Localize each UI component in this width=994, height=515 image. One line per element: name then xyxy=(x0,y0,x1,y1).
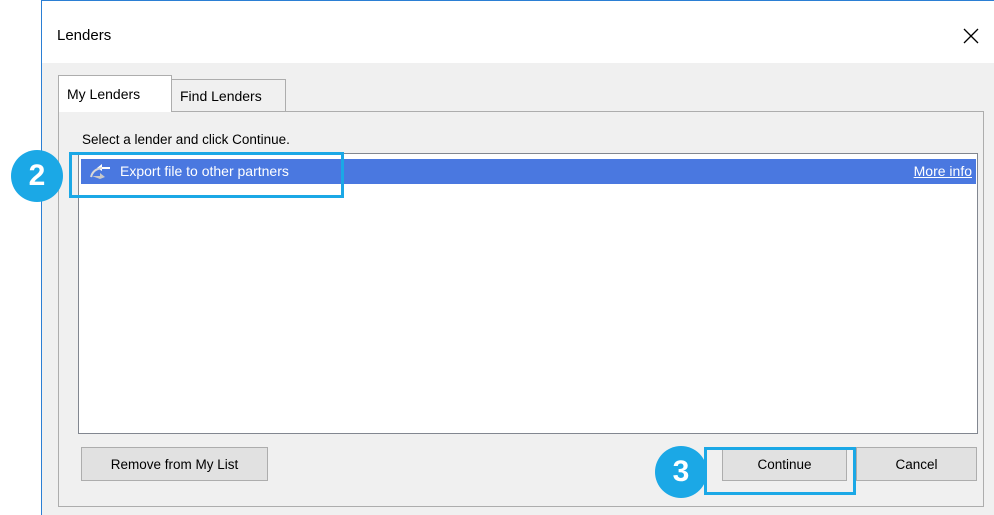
lenders-dialog: Lenders My Lenders Find Lenders Select a… xyxy=(41,0,994,515)
title-bar: Lenders xyxy=(42,1,994,63)
tab-find-lenders[interactable]: Find Lenders xyxy=(171,79,286,112)
more-info-link[interactable]: More info xyxy=(914,163,972,179)
remove-from-list-button[interactable]: Remove from My List xyxy=(81,447,268,481)
step-badge-3: 3 xyxy=(655,446,707,498)
tab-my-lenders-label: My Lenders xyxy=(67,86,141,102)
cancel-button[interactable]: Cancel xyxy=(856,447,977,481)
instruction-text: Select a lender and click Continue. xyxy=(82,132,290,147)
close-icon xyxy=(963,28,979,44)
close-button[interactable] xyxy=(948,19,994,53)
callout-highlight-continue xyxy=(704,447,856,495)
step-badge-2: 2 xyxy=(11,150,63,202)
callout-highlight-lender xyxy=(69,152,344,198)
tab-my-lenders[interactable]: My Lenders xyxy=(58,75,172,112)
tab-find-lenders-label: Find Lenders xyxy=(180,88,262,104)
window-title: Lenders xyxy=(57,27,112,44)
